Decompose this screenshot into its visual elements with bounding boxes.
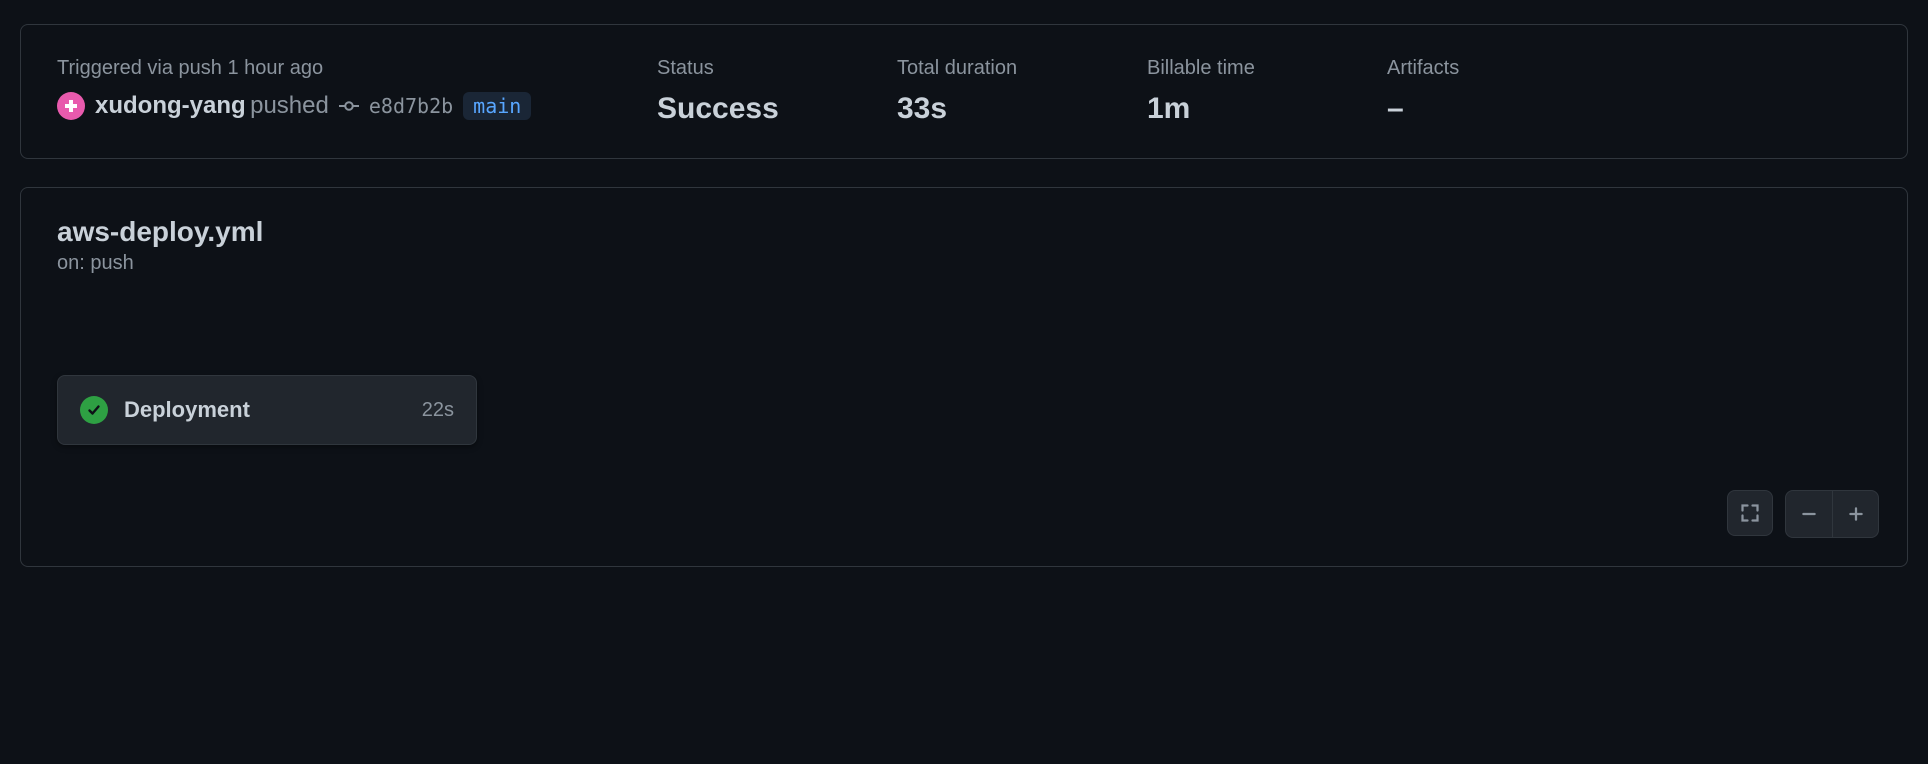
job-card-deployment[interactable]: Deployment 22s (57, 375, 477, 445)
fullscreen-button[interactable] (1727, 490, 1773, 536)
check-circle-icon (80, 396, 108, 424)
username-link[interactable]: xudong-yang pushed (95, 92, 329, 120)
commit-sha-link[interactable]: e8d7b2b (369, 94, 453, 118)
trigger-label: Triggered via push 1 hour ago (57, 57, 597, 80)
duration-label: Total duration (897, 57, 1087, 80)
artifacts-label: Artifacts (1387, 57, 1547, 80)
status-label: Status (657, 57, 837, 80)
workflow-panel: aws-deploy.yml on: push Deployment 22s (20, 187, 1908, 567)
status-column: Status Success (657, 57, 837, 126)
artifacts-value: – (1387, 92, 1547, 126)
job-name: Deployment (124, 397, 406, 423)
action-word: pushed (250, 92, 329, 119)
status-value: Success (657, 92, 837, 126)
zoom-group (1785, 490, 1879, 538)
commit-icon (339, 96, 359, 116)
job-duration: 22s (422, 399, 454, 422)
username-text: xudong-yang (95, 92, 246, 119)
trigger-line: xudong-yang pushed e8d7b2b main (57, 92, 597, 120)
user-avatar[interactable] (57, 92, 85, 120)
workflow-event-line: on: push (57, 252, 1871, 275)
duration-column: Total duration 33s (897, 57, 1087, 126)
artifacts-column: Artifacts – (1387, 57, 1547, 126)
workflow-file-name[interactable]: aws-deploy.yml (57, 216, 1871, 248)
billable-value[interactable]: 1m (1147, 92, 1327, 126)
duration-value[interactable]: 33s (897, 92, 1087, 126)
trigger-column: Triggered via push 1 hour ago xudong-yan… (57, 57, 597, 120)
zoom-controls (1727, 490, 1879, 538)
branch-chip[interactable]: main (463, 92, 531, 120)
zoom-out-button[interactable] (1786, 491, 1832, 537)
run-summary-panel: Triggered via push 1 hour ago xudong-yan… (20, 24, 1908, 159)
zoom-in-button[interactable] (1832, 491, 1878, 537)
billable-column: Billable time 1m (1147, 57, 1327, 126)
billable-label: Billable time (1147, 57, 1327, 80)
